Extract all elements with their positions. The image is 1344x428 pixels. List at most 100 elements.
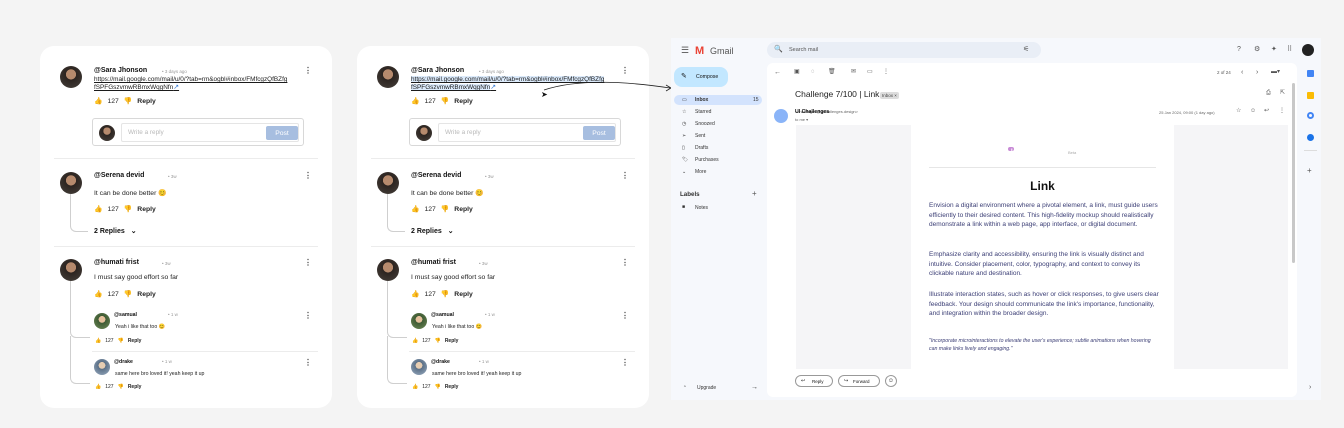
more-options-icon[interactable]: ⋮ (304, 67, 312, 75)
search-input[interactable]: Search mail (789, 47, 818, 53)
post-button[interactable]: Post (583, 126, 615, 140)
more-options-icon[interactable]: ⋮ (621, 312, 629, 320)
reply-button[interactable]: Reply (454, 206, 473, 213)
avatar[interactable] (60, 259, 82, 281)
nav-item-purchases[interactable]: 🏷 Purchases (674, 155, 762, 165)
calendar-icon[interactable] (1307, 70, 1314, 77)
more-options-icon[interactable]: ⋮ (883, 69, 889, 76)
expand-panel-icon[interactable]: › (1309, 384, 1311, 391)
nav-item-more[interactable]: ⌄ More (674, 167, 762, 177)
more-options-icon[interactable]: ⋮ (304, 312, 312, 320)
thumbs-up-icon[interactable]: 👍 (412, 338, 418, 344)
thumbs-up-icon[interactable]: 👍 (94, 205, 102, 213)
nav-item-snoozed[interactable]: ◷ Snoozed (674, 119, 762, 129)
label-item-notes[interactable]: ■ Notes (674, 203, 762, 213)
reply-author[interactable]: @drake (114, 359, 133, 365)
scrollbar[interactable] (1292, 83, 1295, 263)
comment-author[interactable]: @Sara Jhonson (411, 67, 464, 74)
avatar[interactable] (377, 172, 399, 194)
print-icon[interactable]: ⎙ (1266, 90, 1271, 97)
avatar[interactable] (60, 66, 82, 88)
more-options-icon[interactable]: ⋮ (621, 259, 629, 267)
more-options-icon[interactable]: ⋮ (621, 359, 629, 367)
reply-button[interactable]: ↩ Reply (795, 375, 833, 387)
nav-item-drafts[interactable]: ▯ Drafts (674, 143, 762, 153)
sparkle-icon[interactable]: ✦ (1271, 46, 1277, 53)
comment-link[interactable]: https://mail.google.com/mail/u/0/?tab=rm… (94, 76, 289, 93)
add-label-icon[interactable]: + (752, 189, 757, 198)
nav-item-sent[interactable]: ➢ Sent (674, 131, 762, 141)
avatar[interactable] (94, 359, 110, 375)
recipient[interactable]: to me ▾ (795, 117, 808, 122)
mail-icon[interactable]: ✉ (851, 69, 856, 76)
thumbs-down-icon[interactable]: 👎 (441, 290, 449, 298)
post-button[interactable]: Post (266, 126, 298, 140)
comment-author[interactable]: @Serena devid (411, 172, 461, 179)
keep-icon[interactable] (1307, 92, 1314, 99)
star-icon[interactable]: ☆ (1236, 108, 1241, 115)
chevron-left-icon[interactable]: ‹ (1241, 69, 1243, 76)
avatar[interactable] (94, 313, 110, 329)
nav-item-inbox[interactable]: ▭ Inbox 15 (674, 95, 762, 105)
reply-button[interactable]: Reply (137, 98, 156, 105)
comment-author[interactable]: @Sara Jhonson (94, 67, 147, 74)
report-icon[interactable]: ◌ (811, 69, 815, 76)
comment-author[interactable]: @humati frist (94, 259, 139, 266)
avatar[interactable] (411, 313, 427, 329)
thumbs-down-icon[interactable]: 👎 (435, 384, 441, 390)
thumbs-down-icon[interactable]: 👎 (124, 97, 132, 105)
contacts-icon[interactable] (1307, 134, 1314, 141)
thumbs-down-icon[interactable]: 👎 (118, 384, 124, 390)
thumbs-down-icon[interactable]: 👎 (441, 97, 449, 105)
more-options-icon[interactable]: ⋮ (304, 172, 312, 180)
more-options-icon[interactable]: ⋮ (621, 67, 629, 75)
reply-author[interactable]: @drake (431, 359, 450, 365)
nav-item-starred[interactable]: ☆ Starred (674, 107, 762, 117)
archive-icon[interactable]: ▣ (794, 69, 800, 76)
reply-button[interactable]: Reply (128, 338, 142, 344)
reply-button[interactable]: Reply (137, 206, 156, 213)
thumbs-up-icon[interactable]: 👍 (94, 97, 102, 105)
reply-button[interactable]: Reply (445, 338, 459, 344)
chevron-right-icon[interactable]: › (1256, 69, 1258, 76)
open-new-window-icon[interactable]: ⇱ (1280, 90, 1285, 97)
reply-button[interactable]: Reply (137, 291, 156, 298)
back-arrow-icon[interactable]: ← (774, 69, 781, 76)
thumbs-down-icon[interactable]: 👎 (118, 338, 124, 344)
thumbs-up-icon[interactable]: 👍 (411, 290, 419, 298)
thumbs-down-icon[interactable]: 👎 (441, 205, 449, 213)
thumbs-up-icon[interactable]: 👍 (95, 338, 101, 344)
forward-button[interactable]: ↪ Forward (838, 375, 880, 387)
add-addon-icon[interactable]: + (1307, 166, 1312, 175)
comment-author[interactable]: @Serena devid (94, 172, 144, 179)
help-icon[interactable]: ? (1237, 46, 1241, 53)
avatar[interactable] (377, 259, 399, 281)
reply-button[interactable]: Reply (454, 291, 473, 298)
more-options-icon[interactable]: ⋮ (1279, 108, 1285, 115)
filter-icon[interactable]: ⚟ (1023, 45, 1029, 53)
avatar[interactable] (60, 172, 82, 194)
avatar[interactable] (377, 66, 399, 88)
thumbs-up-icon[interactable]: 👍 (94, 290, 102, 298)
reply-icon[interactable]: ↩ (1264, 108, 1269, 115)
thumbs-up-icon[interactable]: 👍 (412, 384, 418, 390)
folder-icon[interactable]: ▭ (867, 69, 873, 76)
emoji-icon[interactable]: ☺ (1250, 108, 1256, 115)
inbox-tag[interactable]: Inbox × (880, 92, 899, 99)
reply-button[interactable]: Reply (445, 384, 459, 390)
comment-author[interactable]: @humati frist (411, 259, 456, 266)
account-avatar[interactable] (1302, 44, 1314, 56)
view-replies-button[interactable]: 2 Replies ⌄ (94, 227, 137, 236)
compose-button[interactable]: ✎ Compose (674, 67, 728, 87)
menu-icon[interactable]: ☰ (681, 46, 689, 55)
settings-icon[interactable]: ⚙ (1254, 46, 1260, 53)
keyboard-icon[interactable]: ▬▾ (1271, 69, 1280, 76)
search-bar[interactable]: 🔍 Search mail ⚟ (767, 42, 1041, 58)
more-options-icon[interactable]: ⋮ (621, 172, 629, 180)
emoji-react-button[interactable]: ☺ (885, 375, 897, 387)
reply-author[interactable]: @samual (431, 312, 454, 318)
delete-icon[interactable]: 🗑 (828, 69, 836, 76)
thumbs-down-icon[interactable]: 👎 (435, 338, 441, 344)
view-replies-button[interactable]: 2 Replies ⌄ (411, 227, 454, 236)
thumbs-up-icon[interactable]: 👍 (411, 205, 419, 213)
